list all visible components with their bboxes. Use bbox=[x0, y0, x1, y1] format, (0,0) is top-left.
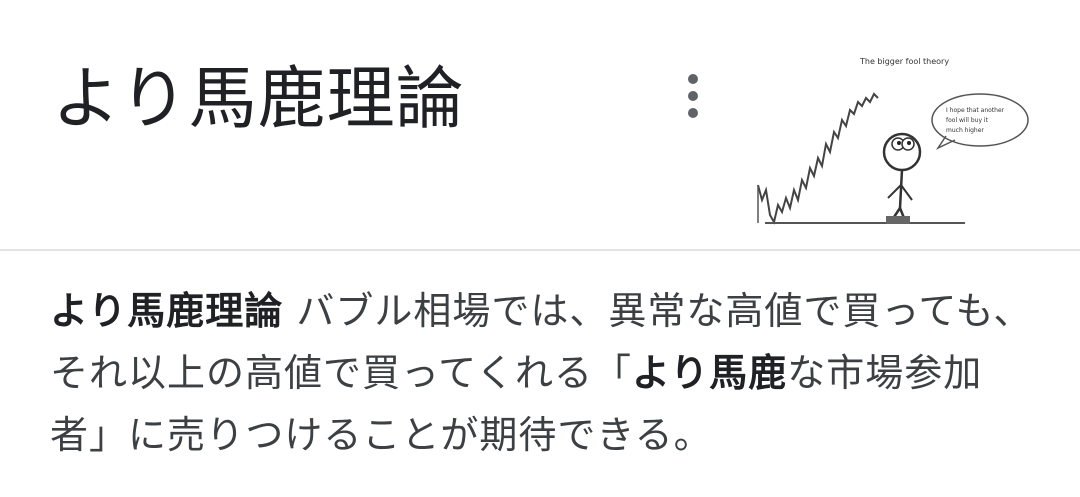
thumbnail-caption: The bigger fool theory bbox=[859, 57, 949, 66]
result-snippet: より馬鹿理論 バブル相場では、異常な高値で買っても、それ以上の高値で買ってくれる… bbox=[50, 280, 1040, 466]
more-options-button[interactable] bbox=[672, 66, 716, 126]
snippet-highlight: より馬鹿 bbox=[631, 351, 788, 395]
snippet-term: より馬鹿理論 bbox=[50, 289, 284, 333]
page-title: より馬鹿理論 bbox=[52, 60, 465, 139]
speech-line-2: fool will buy it bbox=[946, 117, 989, 124]
speech-line-3: much higher bbox=[946, 127, 984, 134]
result-header: より馬鹿理論 The bigger fool theory I hope tha… bbox=[0, 0, 1080, 250]
bigger-fool-cartoon-image: The bigger fool theory I hope that anoth… bbox=[757, 57, 1029, 225]
result-thumbnail[interactable]: The bigger fool theory I hope that anoth… bbox=[750, 40, 1050, 240]
speech-line-1: I hope that another bbox=[946, 107, 1005, 114]
section-divider bbox=[0, 249, 1080, 251]
